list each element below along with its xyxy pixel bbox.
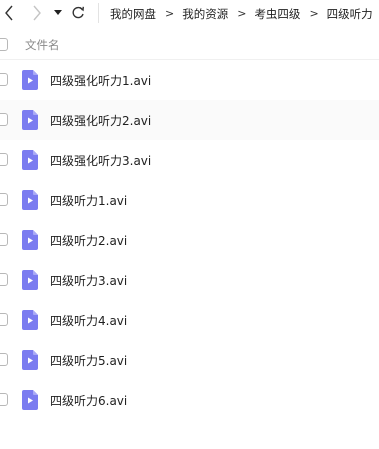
toolbar-separator <box>98 3 99 23</box>
file-name: 四级强化听力2.avi <box>50 113 152 128</box>
video-file-icon <box>22 190 38 210</box>
caret-down-icon <box>54 10 62 15</box>
file-name: 四级听力4.avi <box>50 313 128 328</box>
file-name: 四级强化听力3.avi <box>50 153 152 168</box>
file-name: 四级听力2.avi <box>50 233 128 248</box>
video-file-icon <box>22 150 38 170</box>
file-row[interactable]: 四级听力2.avi <box>0 220 379 260</box>
breadcrumb-item-current[interactable]: 四级听力 <box>327 6 373 22</box>
video-file-icon <box>22 70 38 90</box>
video-file-icon <box>22 390 38 410</box>
refresh-icon <box>72 6 84 19</box>
row-checkbox[interactable] <box>0 273 8 286</box>
row-checkbox[interactable] <box>0 353 8 366</box>
refresh-button[interactable] <box>70 4 86 22</box>
file-name: 四级听力1.avi <box>50 193 128 208</box>
file-name: 四级强化听力1.avi <box>50 73 152 88</box>
file-row[interactable]: 四级强化听力1.avi <box>0 60 379 100</box>
row-checkbox[interactable] <box>0 233 8 246</box>
back-button[interactable] <box>2 4 16 22</box>
column-header-name[interactable]: 文件名 <box>25 37 60 53</box>
breadcrumb-separator: > <box>309 7 319 20</box>
video-file-icon <box>22 350 38 370</box>
breadcrumb-item[interactable]: 我的资源 <box>182 6 228 22</box>
file-row[interactable]: 四级听力4.avi <box>0 300 379 340</box>
video-file-icon <box>22 270 38 290</box>
breadcrumb-item[interactable]: 我的网盘 <box>110 6 156 22</box>
breadcrumb-separator: > <box>165 7 175 20</box>
breadcrumb-separator: > <box>237 7 247 20</box>
file-row[interactable]: 四级强化听力3.avi <box>0 140 379 180</box>
toolbar: 我的网盘 > 我的资源 > 考虫四级 > 四级听力 <box>0 0 379 27</box>
file-row[interactable]: 四级听力5.avi <box>0 340 379 380</box>
row-checkbox[interactable] <box>0 393 8 406</box>
file-row[interactable]: 四级听力6.avi <box>0 380 379 420</box>
row-checkbox[interactable] <box>0 113 8 126</box>
select-all-checkbox[interactable] <box>0 38 8 51</box>
file-row[interactable]: 四级听力1.avi <box>0 180 379 220</box>
file-name: 四级听力6.avi <box>50 393 128 408</box>
breadcrumb: 我的网盘 > 我的资源 > 考虫四级 > 四级听力 <box>110 0 373 27</box>
history-dropdown-button[interactable] <box>52 4 64 22</box>
row-checkbox[interactable] <box>0 193 8 206</box>
breadcrumb-item[interactable]: 考虫四级 <box>254 6 300 22</box>
file-row[interactable]: 四级听力3.avi <box>0 260 379 300</box>
file-list-header: 文件名 <box>0 31 379 59</box>
row-checkbox[interactable] <box>0 73 8 86</box>
row-checkbox[interactable] <box>0 313 8 326</box>
chevron-right-icon <box>33 5 41 21</box>
row-checkbox[interactable] <box>0 153 8 166</box>
chevron-left-icon <box>5 5 13 21</box>
file-name: 四级听力3.avi <box>50 273 128 288</box>
video-file-icon <box>22 110 38 130</box>
file-list: 四级强化听力1.avi 四级强化听力2.avi 四级强化听力3.avi 四级听力1.a… <box>0 60 379 420</box>
forward-button[interactable] <box>30 4 44 22</box>
file-row[interactable]: 四级强化听力2.avi <box>0 100 379 140</box>
video-file-icon <box>22 310 38 330</box>
video-file-icon <box>22 230 38 250</box>
file-name: 四级听力5.avi <box>50 353 128 368</box>
